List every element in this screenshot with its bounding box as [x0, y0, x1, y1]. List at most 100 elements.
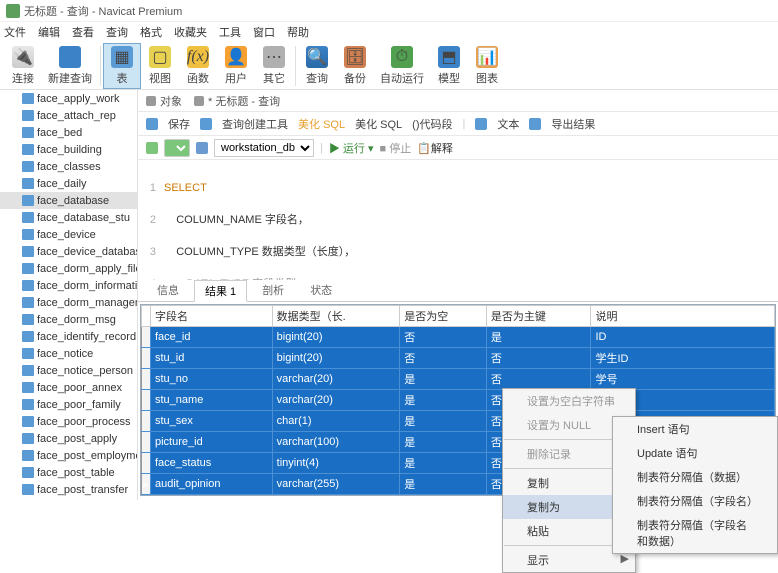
beautify-button[interactable]: 美化 SQL — [298, 116, 345, 132]
tree-item[interactable]: face_device_database — [0, 243, 137, 260]
tree-item[interactable]: face_attach_rep — [0, 107, 137, 124]
save-button[interactable]: 保存 — [168, 116, 190, 132]
tree-item[interactable]: face_poor_annex — [0, 379, 137, 396]
sql-editor[interactable]: 1SELECT 2 COLUMN_NAME 字段名， 3 COLUMN_TYPE… — [138, 160, 778, 280]
menu-item[interactable]: 制表符分隔值（数据） — [613, 465, 777, 489]
export-icon — [529, 118, 541, 130]
menu-收藏夹[interactable]: 收藏夹 — [174, 24, 207, 40]
table-row[interactable]: face_idbigint(20)否是ID — [142, 327, 775, 348]
tree-item[interactable]: face_bed — [0, 124, 137, 141]
tab[interactable]: * 无标题 - 查询 — [194, 93, 280, 109]
menu-item: 设置为空白字符串 — [503, 389, 635, 413]
menu-帮助[interactable]: 帮助 — [287, 24, 309, 40]
table-row[interactable]: stu_namevarchar(20)是否姓名 — [142, 390, 775, 411]
table-icon — [22, 382, 34, 393]
context-submenu[interactable]: Insert 语句Update 语句制表符分隔值（数据）制表符分隔值（字段名）制… — [612, 416, 778, 554]
text-button[interactable]: 文本 — [497, 116, 519, 132]
tree-item[interactable]: face_post_transfer — [0, 481, 137, 498]
table-icon — [22, 416, 34, 427]
连接-icon: 🔌 — [12, 46, 34, 68]
table-icon — [22, 110, 34, 121]
snippet-button[interactable]: ()代码段 — [412, 116, 452, 132]
result-tab[interactable]: 剖析 — [251, 279, 295, 301]
备份-icon: 🗄 — [344, 46, 366, 68]
toolbar-其它[interactable]: ⋯其它 — [255, 43, 293, 89]
toolbar-查询[interactable]: 🔍查询 — [298, 43, 336, 89]
database-select[interactable]: workstation_db — [214, 139, 314, 157]
toolbar-自动运行[interactable]: ⏱自动运行 — [374, 43, 430, 89]
menu-工具[interactable]: 工具 — [219, 24, 241, 40]
tree-item[interactable]: face_classes — [0, 158, 137, 175]
menu-查看[interactable]: 查看 — [72, 24, 94, 40]
toolbar-视图[interactable]: ▢视图 — [141, 43, 179, 89]
toolbar-备份[interactable]: 🗄备份 — [336, 43, 374, 89]
menu-item[interactable]: 制表符分隔值（字段名） — [613, 489, 777, 513]
toolbar-用户[interactable]: 👤用户 — [217, 43, 255, 89]
tree-item[interactable]: face_post_employment — [0, 447, 137, 464]
menubar: 文件编辑查看查询格式收藏夹工具窗口帮助 — [0, 22, 778, 42]
column-header[interactable]: 是否为空 — [400, 306, 487, 327]
tree-item[interactable]: face_device — [0, 226, 137, 243]
table-row[interactable]: stu_novarchar(20)是否学号 — [142, 369, 775, 390]
toolbar-函数[interactable]: f(x)函数 — [179, 43, 217, 89]
tree-item[interactable]: face_database_stu — [0, 209, 137, 226]
table-icon — [22, 450, 34, 461]
window-title: 无标题 - 查询 - Navicat Premium — [24, 3, 182, 19]
result-tab[interactable]: 信息 — [146, 279, 190, 301]
tree-item[interactable]: face_dorm_manager — [0, 294, 137, 311]
menu-item[interactable]: Insert 语句 — [613, 417, 777, 441]
toolbar-图表[interactable]: 📊图表 — [468, 43, 506, 89]
column-header[interactable]: 数据类型（长. — [272, 306, 400, 327]
其它-icon: ⋯ — [263, 46, 285, 68]
模型-icon: ⬒ — [438, 46, 460, 68]
server-select[interactable]: rm-2zetn83n05wz7i — [164, 139, 190, 157]
result-tab[interactable]: 结果 1 — [194, 280, 247, 302]
menu-编辑[interactable]: 编辑 — [38, 24, 60, 40]
menu-文件[interactable]: 文件 — [4, 24, 26, 40]
menu-格式[interactable]: 格式 — [140, 24, 162, 40]
表-icon: ▦ — [111, 46, 133, 68]
column-header[interactable]: 是否为主键 — [486, 306, 591, 327]
menu-item[interactable]: 制表符分隔值（字段名和数据） — [613, 513, 777, 553]
toolbar-表[interactable]: ▦表 — [103, 43, 141, 89]
table-icon — [22, 331, 34, 342]
tree-item[interactable]: face_post_apply — [0, 430, 137, 447]
tree-item[interactable]: face_identify_record — [0, 328, 137, 345]
tab[interactable]: 对象 — [146, 93, 182, 109]
stop-button: ■ 停止 — [380, 140, 412, 156]
tree-item[interactable]: face_poor_family — [0, 396, 137, 413]
图表-icon: 📊 — [476, 46, 498, 68]
tree-item[interactable]: face_notice_person — [0, 362, 137, 379]
server-icon — [146, 142, 158, 154]
table-row[interactable]: stu_idbigint(20)否否学生ID — [142, 348, 775, 369]
table-icon — [22, 297, 34, 308]
tree-item[interactable]: face_database — [0, 192, 137, 209]
tree-item[interactable]: face_daily — [0, 175, 137, 192]
tree-item[interactable]: face_building — [0, 141, 137, 158]
column-header[interactable]: 字段名 — [151, 306, 273, 327]
querybuilder-button[interactable]: 查询创建工具 — [222, 116, 288, 132]
connection-row: rm-2zetn83n05wz7i workstation_db | ▶ 运行 … — [138, 136, 778, 160]
menu-查询[interactable]: 查询 — [106, 24, 128, 40]
tree-item[interactable]: face_dorm_apply_file — [0, 260, 137, 277]
视图-icon: ▢ — [149, 46, 171, 68]
tree-item[interactable]: face_post_table — [0, 464, 137, 481]
toolbar-新建查询[interactable]: 新建查询 — [42, 43, 98, 89]
result-tab[interactable]: 状态 — [299, 279, 343, 301]
column-header[interactable]: 说明 — [591, 306, 775, 327]
run-button[interactable]: ▶ 运行 ▾ — [329, 140, 374, 156]
tree-item[interactable]: face_notice — [0, 345, 137, 362]
toolbar-模型[interactable]: ⬒模型 — [430, 43, 468, 89]
explain-button[interactable]: 📋解释 — [417, 140, 453, 156]
toolbar-连接[interactable]: 🔌连接 — [4, 43, 42, 89]
tree-item[interactable]: face_dorm_msg — [0, 311, 137, 328]
export-button[interactable]: 导出结果 — [551, 116, 595, 132]
tree-item[interactable]: face_poor_process — [0, 413, 137, 430]
tree-item[interactable]: face_dorm_information — [0, 277, 137, 294]
函数-icon: f(x) — [187, 46, 209, 68]
table-icon — [22, 229, 34, 240]
db-icon — [196, 142, 208, 154]
menu-item[interactable]: Update 语句 — [613, 441, 777, 465]
menu-窗口[interactable]: 窗口 — [253, 24, 275, 40]
tree-item[interactable]: face_apply_work — [0, 90, 137, 107]
